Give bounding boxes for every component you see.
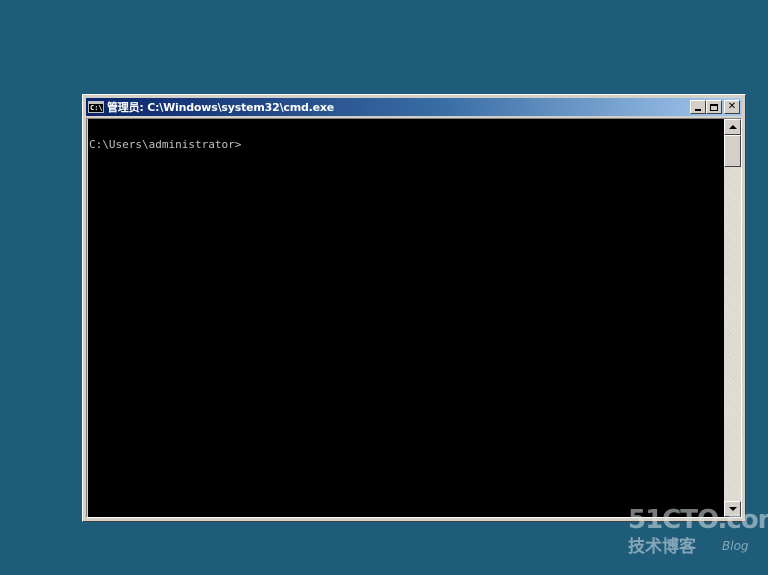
minimize-icon: [695, 109, 701, 111]
title-bar[interactable]: C:\ 管理员: C:\Windows\system32\cmd.exe ✕: [86, 98, 742, 116]
minimize-button[interactable]: [690, 100, 706, 114]
vertical-scrollbar[interactable]: [724, 119, 741, 517]
console-icon-text: C:\: [90, 104, 103, 112]
console-output[interactable]: C:\Users\administrator>: [88, 119, 724, 517]
cmd-window[interactable]: C:\ 管理员: C:\Windows\system32\cmd.exe ✕ C…: [82, 94, 746, 522]
window-title: 管理员: C:\Windows\system32\cmd.exe: [107, 101, 335, 114]
window-controls: ✕: [690, 100, 740, 114]
desktop: C:\ 管理员: C:\Windows\system32\cmd.exe ✕ C…: [0, 0, 768, 575]
close-button[interactable]: ✕: [724, 100, 740, 114]
maximize-icon: [710, 103, 718, 111]
watermark-blog: Blog: [722, 539, 749, 553]
arrow-up-icon: [728, 125, 737, 129]
scroll-thumb[interactable]: [724, 135, 741, 167]
console-prompt: C:\Users\administrator>: [89, 138, 242, 151]
maximize-button[interactable]: [706, 100, 722, 114]
watermark: 51CTO.com 技术博客 Blog: [628, 505, 768, 567]
scroll-up-button[interactable]: [724, 119, 741, 135]
close-icon: ✕: [727, 101, 737, 112]
watermark-logo: 51CTO.com: [628, 505, 768, 535]
watermark-subtitle: 技术博客: [628, 537, 696, 557]
console-client-area: C:\Users\administrator>: [86, 118, 742, 518]
console-icon[interactable]: C:\: [88, 101, 104, 113]
